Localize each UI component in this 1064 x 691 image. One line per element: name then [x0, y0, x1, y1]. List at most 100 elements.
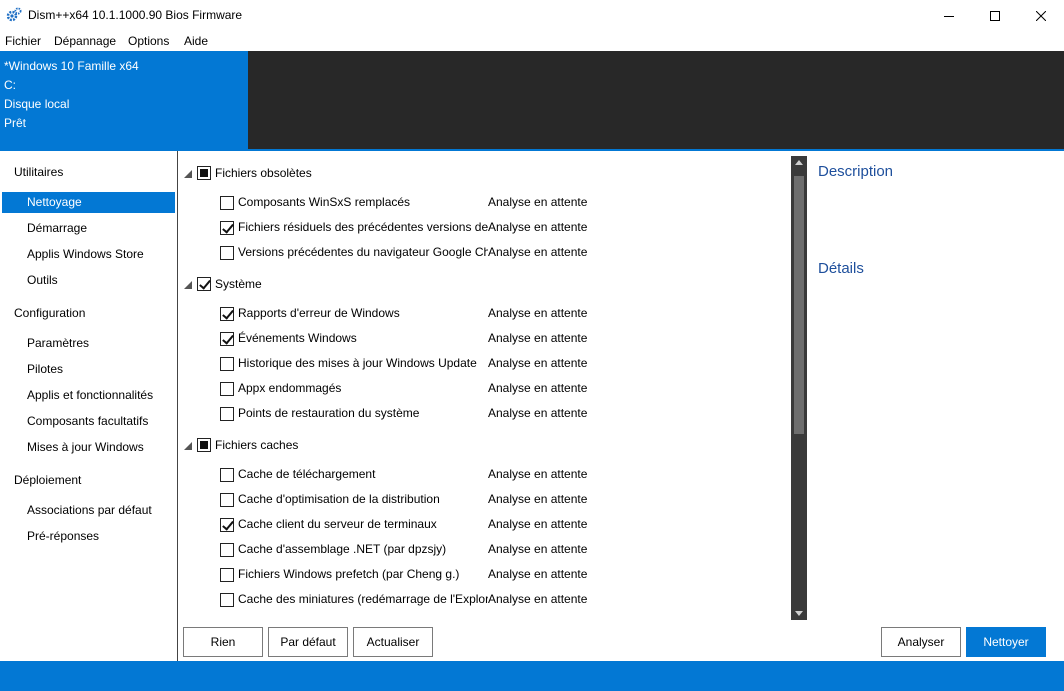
session-disk: Disque local [4, 97, 70, 111]
list-item[interactable]: Composants WinSxS remplacés Analyse en a… [179, 193, 791, 213]
item-checkbox[interactable] [220, 221, 234, 235]
close-icon [1036, 10, 1046, 21]
vertical-scrollbar[interactable] [791, 156, 807, 620]
menu-depannage[interactable]: Dépannage [54, 34, 116, 48]
item-checkbox[interactable] [220, 307, 234, 321]
item-label: Cache des miniatures (redémarrage de l'E… [238, 592, 488, 606]
item-status: Analyse en attente [488, 517, 588, 531]
item-label: Composants WinSxS remplacés [238, 195, 411, 209]
item-status: Analyse en attente [488, 406, 588, 420]
collapse-triangle-icon[interactable] [184, 442, 192, 450]
item-status: Analyse en attente [488, 306, 588, 320]
item-checkbox[interactable] [220, 468, 234, 482]
sidebar-item-associations[interactable]: Associations par défaut [2, 500, 175, 521]
sidebar-item-nettoyage[interactable]: Nettoyage [2, 192, 175, 213]
sidebar-item-outils[interactable]: Outils [2, 270, 175, 291]
list-item[interactable]: Points de restauration du système Analys… [179, 404, 791, 424]
item-status: Analyse en attente [488, 356, 588, 370]
title-bar: Dism++x64 10.1.1000.90 Bios Firmware [0, 0, 1064, 31]
list-item[interactable]: Cache client du serveur de terminaux Ana… [179, 515, 791, 535]
group-row[interactable]: Fichiers caches [179, 436, 791, 456]
list-item[interactable]: Événements Windows Analyse en attente [179, 329, 791, 349]
item-checkbox[interactable] [220, 593, 234, 607]
item-label: Rapports d'erreur de Windows [238, 306, 400, 320]
par-defaut-button[interactable]: Par défaut [268, 627, 348, 657]
item-label: Appx endommagés [238, 381, 342, 395]
item-status: Analyse en attente [488, 195, 588, 209]
list-item[interactable]: Cache des miniatures (redémarrage de l'E… [179, 590, 791, 610]
item-status: Analyse en attente [488, 467, 588, 481]
sidebar-group-utilitaires: Utilitaires [14, 165, 64, 179]
group-row[interactable]: Fichiers obsolètes [179, 164, 791, 184]
item-label: Points de restauration du système [238, 406, 420, 420]
session-drive: C: [4, 78, 16, 92]
list-item[interactable]: Versions précédentes du navigateur Googl… [179, 243, 791, 263]
scroll-down-arrow-icon[interactable] [795, 611, 803, 616]
sidebar-item-composants-facultatifs[interactable]: Composants facultatifs [2, 411, 175, 432]
scroll-up-arrow-icon[interactable] [795, 160, 803, 165]
description-heading: Description [818, 163, 894, 180]
item-checkbox[interactable] [220, 382, 234, 396]
sidebar-item-pilotes[interactable]: Pilotes [2, 359, 175, 380]
group-checkbox[interactable] [197, 277, 211, 291]
item-checkbox[interactable] [220, 493, 234, 507]
close-button[interactable] [1018, 0, 1064, 31]
scroll-thumb[interactable] [794, 176, 804, 434]
session-system: *Windows 10 Famille x64 [4, 59, 139, 73]
item-checkbox[interactable] [220, 357, 234, 371]
sidebar-item-mises-a-jour[interactable]: Mises à jour Windows [2, 437, 175, 458]
item-label: Versions précédentes du navigateur Googl… [238, 245, 488, 259]
maximize-icon [990, 10, 1000, 21]
item-checkbox[interactable] [220, 568, 234, 582]
list-item[interactable]: Historique des mises à jour Windows Upda… [179, 354, 791, 374]
item-label: Événements Windows [238, 331, 357, 345]
sidebar-item-applis-store[interactable]: Applis Windows Store [2, 244, 175, 265]
item-label: Fichiers résiduels des précédentes versi… [238, 220, 488, 234]
item-checkbox[interactable] [220, 246, 234, 260]
item-status: Analyse en attente [488, 592, 588, 606]
list-item[interactable]: Fichiers Windows prefetch (par Cheng g.)… [179, 565, 791, 585]
item-status: Analyse en attente [488, 567, 588, 581]
rien-button[interactable]: Rien [183, 627, 263, 657]
status-bar [0, 661, 1064, 691]
maximize-button[interactable] [972, 0, 1018, 31]
list-item[interactable]: Cache de téléchargement Analyse en atten… [179, 465, 791, 485]
collapse-triangle-icon[interactable] [184, 170, 192, 178]
item-checkbox[interactable] [220, 407, 234, 421]
group-checkbox[interactable] [197, 438, 211, 452]
item-checkbox[interactable] [220, 196, 234, 210]
menu-fichier[interactable]: Fichier [5, 34, 41, 48]
minimize-icon [944, 15, 954, 17]
session-panel[interactable]: *Windows 10 Famille x64 C: Disque local … [0, 51, 248, 149]
sidebar-group-configuration: Configuration [14, 306, 86, 320]
item-checkbox[interactable] [220, 518, 234, 532]
item-checkbox[interactable] [220, 543, 234, 557]
list-item[interactable]: Cache d'optimisation de la distribution … [179, 490, 791, 510]
list-item[interactable]: Cache d'assemblage .NET (par dpzsjy) Ana… [179, 540, 791, 560]
minimize-button[interactable] [926, 0, 972, 31]
sidebar-item-applis-fonctionnalites[interactable]: Applis et fonctionnalités [2, 385, 175, 406]
analyser-button[interactable]: Analyser [881, 627, 961, 657]
group-label: Fichiers caches [215, 438, 299, 452]
list-item[interactable]: Rapports d'erreur de Windows Analyse en … [179, 304, 791, 324]
group-row[interactable]: Système [179, 275, 791, 295]
sidebar-item-parametres[interactable]: Paramètres [2, 333, 175, 354]
menu-options[interactable]: Options [128, 34, 169, 48]
actualiser-button[interactable]: Actualiser [353, 627, 433, 657]
item-label: Cache de téléchargement [238, 467, 376, 481]
item-label: Historique des mises à jour Windows Upda… [238, 356, 477, 370]
sidebar-item-pre-reponses[interactable]: Pré-réponses [2, 526, 175, 547]
item-status: Analyse en attente [488, 245, 588, 259]
item-label: Cache d'assemblage .NET (par dpzsjy) [238, 542, 447, 556]
list-item[interactable]: Fichiers résiduels des précédentes versi… [179, 218, 791, 238]
menu-aide[interactable]: Aide [184, 34, 208, 48]
list-item[interactable]: Appx endommagés Analyse en attente [179, 379, 791, 399]
group-checkbox[interactable] [197, 166, 211, 180]
item-label: Cache d'optimisation de la distribution [238, 492, 440, 506]
item-checkbox[interactable] [220, 332, 234, 346]
item-status: Analyse en attente [488, 492, 588, 506]
item-status: Analyse en attente [488, 220, 588, 234]
sidebar-item-demarrage[interactable]: Démarrage [2, 218, 175, 239]
collapse-triangle-icon[interactable] [184, 281, 192, 289]
nettoyer-button[interactable]: Nettoyer [966, 627, 1046, 657]
